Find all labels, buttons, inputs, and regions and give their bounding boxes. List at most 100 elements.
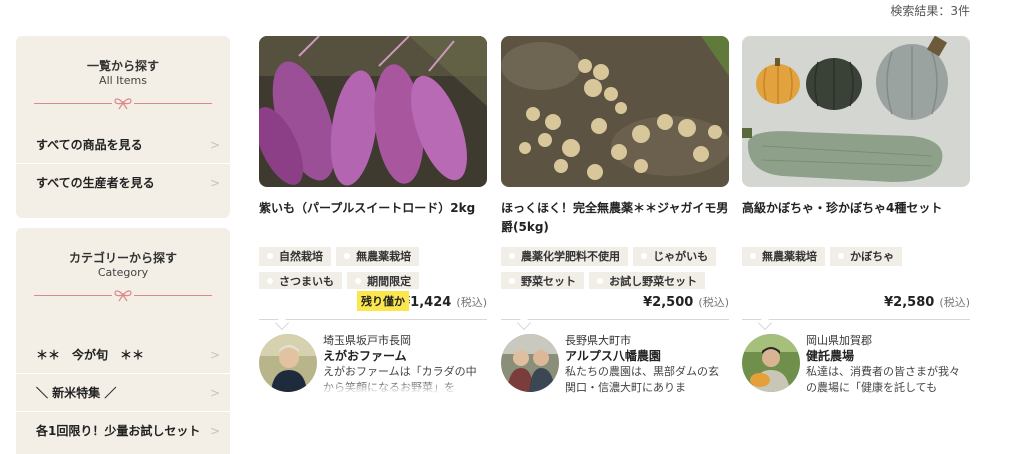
price-row: ¥2,500 (税込)	[501, 291, 729, 315]
sidebar-item-label: 各1回限り！少量お試しセット	[36, 424, 201, 438]
product-card[interactable]: ほっくほく！完全無農薬＊＊ジャガイモ男爵(5kg) 農薬化学肥料不使用 じゃがい…	[501, 36, 729, 404]
product-title[interactable]: ほっくほく！完全無農薬＊＊ジャガイモ男爵(5kg)	[501, 199, 729, 237]
producer-avatar[interactable]	[259, 334, 317, 392]
sidebar-item-label: すべての商品を見る	[36, 138, 143, 152]
product-tag[interactable]: かぼちゃ	[830, 247, 903, 266]
tag-dot-icon	[641, 253, 648, 259]
divider-notch	[516, 315, 532, 331]
producer-info[interactable]: 埼玉県坂戸市長岡 えがおファーム えがおファームは「カラダの中から笑顔になるお野…	[259, 334, 487, 404]
producer-name[interactable]: 健託農場	[806, 348, 970, 364]
tag-dot-icon	[267, 278, 273, 284]
card-divider	[501, 315, 729, 331]
tag-label: 無農薬栽培	[762, 250, 817, 263]
all-items-subtitle: All Items	[99, 74, 147, 87]
producer-info[interactable]: 長野県大町市 アルプス八幡農園 私たちの農園は、黒部ダムの玄関口・信濃大町にあり…	[501, 334, 729, 404]
tag-label: かぼちゃ	[850, 250, 895, 263]
chevron-right-icon: >	[209, 424, 220, 438]
producer-location: 岡山県加賀郡	[806, 334, 872, 347]
chevron-right-icon: >	[209, 348, 220, 362]
producer-description: 私たちの農園は、黒部ダムの玄関口・信濃大町にありま	[565, 365, 719, 394]
price-row: ¥2,580 (税込)	[742, 291, 970, 315]
product-card[interactable]: 紫いも（パープルスイートロード）2kg 自然栽培 無農薬栽培 さつまいも 期間限…	[259, 36, 487, 404]
product-title[interactable]: 高級かぼちゃ・珍かぼちゃ4種セット	[742, 199, 970, 237]
tag-label: さつまいも	[279, 275, 334, 288]
sidebar-item-label: ＼ 新米特集 ／	[36, 386, 117, 400]
chevron-right-icon: >	[209, 386, 220, 400]
producer-description: 私達は、消費者の皆さまが我々の農場に「健康を託しても	[806, 365, 960, 394]
sidebar-item-new-rice[interactable]: ＼ 新米特集 ／ >	[16, 374, 230, 412]
price-row: 残り僅か ¥1,424 (税込)	[259, 291, 487, 315]
product-price: ¥2,580	[884, 295, 935, 310]
product-tag[interactable]: じゃがいも	[633, 247, 717, 266]
product-price: ¥2,500	[643, 295, 694, 310]
product-title[interactable]: 紫いも（パープルスイートロード）2kg	[259, 199, 487, 237]
card-divider	[742, 315, 970, 331]
product-tag[interactable]: さつまいも	[259, 272, 342, 289]
tag-label: 農薬化学肥料不使用	[521, 250, 620, 263]
product-tag[interactable]: 無農薬栽培	[336, 247, 420, 266]
sidebar-item-label: ＊＊ 今が旬 ＊＊	[36, 348, 145, 362]
producer-info[interactable]: 岡山県加賀郡 健託農場 私達は、消費者の皆さまが我々の農場に「健康を託しても	[742, 334, 970, 404]
chevron-right-icon: >	[209, 176, 220, 190]
bow-ribbon-icon	[112, 95, 134, 111]
product-tag[interactable]: 無農薬栽培	[742, 247, 825, 266]
tag-label: お試し野菜セット	[609, 275, 698, 288]
tag-dot-icon	[509, 253, 515, 259]
tax-label: (税込)	[939, 296, 970, 309]
tag-label: 自然栽培	[279, 250, 323, 263]
product-photo-potatoes[interactable]	[501, 36, 729, 187]
tag-label: 期間限定	[367, 275, 412, 288]
producer-location: 長野県大町市	[565, 334, 631, 347]
category-header: カテゴリーから探す Category	[16, 228, 230, 280]
tax-label: (税込)	[698, 296, 729, 309]
card-divider	[259, 315, 487, 331]
low-stock-badge: 残り僅か	[357, 291, 409, 311]
tag-dot-icon	[597, 278, 604, 284]
tag-dot-icon	[750, 253, 756, 259]
ribbon-divider	[34, 284, 212, 308]
category-title: カテゴリーから探す	[68, 251, 177, 265]
product-tag[interactable]: 農薬化学肥料不使用	[501, 247, 628, 266]
tag-label: じゃがいも	[653, 250, 709, 263]
chevron-right-icon: >	[209, 138, 220, 152]
producer-avatar[interactable]	[742, 334, 800, 392]
producer-location: 埼玉県坂戸市長岡	[323, 334, 411, 347]
product-card[interactable]: 高級かぼちゃ・珍かぼちゃ4種セット 無農薬栽培 かぼちゃ ¥2,580 (税込)…	[742, 36, 970, 404]
tag-dot-icon	[344, 253, 351, 259]
description-fade	[323, 380, 487, 394]
producer-name[interactable]: えがおファーム	[323, 348, 487, 364]
tax-label: (税込)	[456, 296, 487, 309]
tag-dot-icon	[509, 278, 515, 284]
tag-dot-icon	[838, 253, 845, 259]
tag-label: 無農薬栽培	[356, 250, 412, 263]
product-tag[interactable]: お試し野菜セット	[589, 272, 706, 289]
sidebar-item-in-season[interactable]: ＊＊ 今が旬 ＊＊ >	[16, 336, 230, 374]
bow-ribbon-icon	[112, 287, 134, 303]
product-tags: 自然栽培 無農薬栽培 さつまいも 期間限定	[259, 245, 487, 289]
divider-notch	[274, 315, 290, 331]
sidebar-item-trial-set[interactable]: 各1回限り！少量お試しセット >	[16, 412, 230, 450]
all-items-header: 一覧から探す All Items	[16, 36, 230, 88]
tag-dot-icon	[355, 278, 362, 284]
sidebar-item-all-producers[interactable]: すべての生産者を見る >	[16, 164, 230, 202]
producer-name[interactable]: アルプス八幡農園	[565, 348, 729, 364]
all-items-title: 一覧から探す	[86, 59, 159, 73]
ribbon-divider	[34, 92, 212, 116]
sidebar-item-label: すべての生産者を見る	[36, 176, 155, 190]
product-tag[interactable]: 期間限定	[347, 272, 420, 289]
category-subtitle: Category	[97, 266, 149, 279]
category-panel: カテゴリーから探す Category ＊＊ 今が旬 ＊＊ > ＼ 新米特集 ／ …	[16, 228, 230, 454]
all-items-panel: 一覧から探す All Items すべての商品を見る > すべての生産者を見る …	[16, 36, 230, 218]
divider-notch	[757, 315, 773, 331]
tag-label: 野菜セット	[521, 275, 576, 288]
product-tags: 無農薬栽培 かぼちゃ	[742, 245, 970, 289]
sidebar-item-all-products[interactable]: すべての商品を見る >	[16, 126, 230, 164]
product-photo-purple-sweet-potato[interactable]	[259, 36, 487, 187]
tag-dot-icon	[267, 253, 273, 259]
producer-avatar[interactable]	[501, 334, 559, 392]
product-tag[interactable]: 自然栽培	[259, 247, 331, 266]
product-photo-pumpkins[interactable]	[742, 36, 970, 187]
search-result-count: 検索結果：3件	[890, 4, 970, 18]
product-tag[interactable]: 野菜セット	[501, 272, 584, 289]
product-tags: 農薬化学肥料不使用 じゃがいも 野菜セット お試し野菜セット	[501, 245, 729, 289]
